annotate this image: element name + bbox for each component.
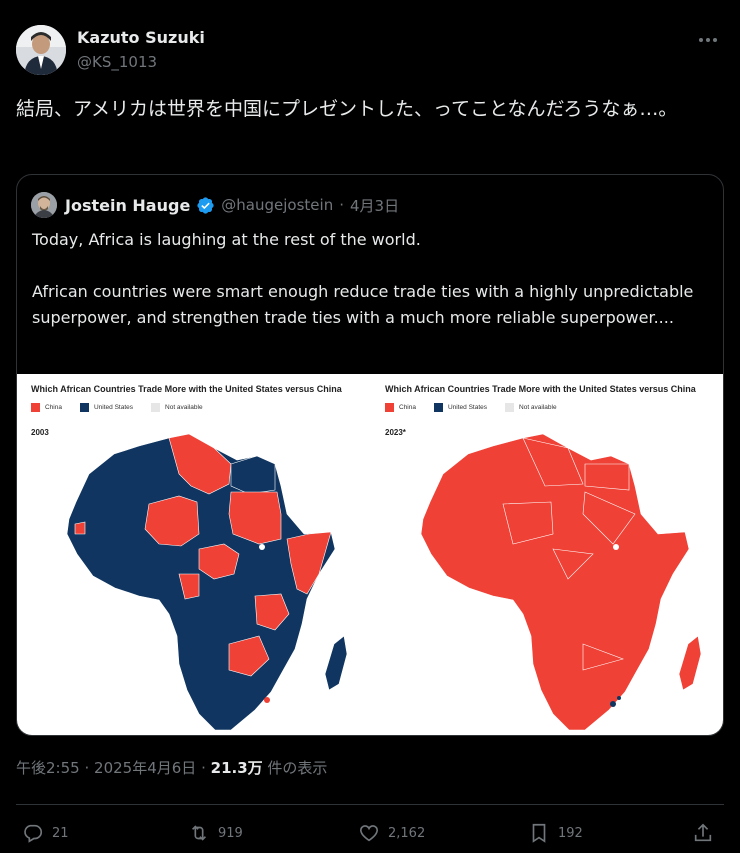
quoted-author-avatar[interactable] <box>31 192 57 218</box>
legend-2023: China United States Not available <box>385 403 575 412</box>
map-year-2003: 2003 <box>31 428 49 437</box>
like-button[interactable]: 2,162 <box>358 822 425 844</box>
post-time[interactable]: 午後2:55 <box>16 759 80 777</box>
meta-dot: · <box>84 759 90 777</box>
africa-map-2023 <box>420 433 702 731</box>
legend-china: China <box>31 403 62 412</box>
view-label: 件の表示 <box>262 759 328 777</box>
quoted-date[interactable]: 4月3日 <box>350 195 399 216</box>
bookmark-icon <box>532 823 546 843</box>
bookmark-count: 192 <box>558 825 583 841</box>
quoted-author-handle[interactable]: @haugejostein <box>221 196 333 214</box>
legend-not-available: Not available <box>151 403 203 412</box>
author-name[interactable]: Kazuto Suzuki <box>77 28 205 47</box>
repost-count: 919 <box>218 825 243 841</box>
legend-2003: China United States Not available <box>31 403 221 412</box>
map-title-2023: Which African Countries Trade More with … <box>385 384 696 394</box>
legend-united-states: United States <box>433 403 487 412</box>
like-icon <box>359 825 379 842</box>
like-count: 2,162 <box>388 825 426 841</box>
legend-not-available: Not available <box>505 403 557 412</box>
quoted-text: Today, Africa is laughing at the rest of… <box>32 227 712 331</box>
tweet-text: 結局、アメリカは世界を中国にプレゼントした、ってことなんだろうなぁ…。 <box>16 98 678 120</box>
bookmark-button[interactable]: 192 <box>528 822 583 844</box>
more-icon[interactable] <box>696 30 720 50</box>
share-button[interactable] <box>692 822 714 844</box>
map-year-2023: 2023* <box>385 428 406 437</box>
separator-dot: · <box>339 196 344 214</box>
meta-dot: · <box>201 759 206 777</box>
tweet-header: Kazuto Suzuki @KS_1013 <box>16 20 724 80</box>
legend-united-states: United States <box>79 403 133 412</box>
repost-button[interactable]: 919 <box>188 822 243 844</box>
author-avatar[interactable] <box>16 25 66 75</box>
reply-count: 21 <box>52 825 69 841</box>
quoted-author-name[interactable]: Jostein Hauge <box>65 196 190 215</box>
map-panel-2023: Which African Countries Trade More with … <box>373 374 723 735</box>
legend-china: China <box>385 403 416 412</box>
view-count[interactable]: 21.3万 <box>211 759 263 777</box>
quoted-tweet[interactable]: Jostein Hauge @haugejostein · 4月3日 Today… <box>16 174 724 736</box>
repost-icon <box>191 825 207 841</box>
divider <box>16 804 724 805</box>
quoted-media[interactable]: Which African Countries Trade More with … <box>17 374 723 735</box>
map-panel-2003: Which African Countries Trade More with … <box>19 374 371 735</box>
quoted-paragraph-2: African countries were smart enough redu… <box>32 282 694 327</box>
quoted-paragraph-1: Today, Africa is laughing at the rest of… <box>32 230 421 249</box>
quoted-tweet-header: Jostein Hauge @haugejostein · 4月3日 <box>31 190 399 220</box>
map-title-2003: Which African Countries Trade More with … <box>31 384 342 394</box>
post-date[interactable]: 2025年4月6日 <box>94 759 196 777</box>
verified-icon <box>197 196 214 214</box>
africa-map-2003 <box>66 433 348 731</box>
reply-icon <box>24 824 43 843</box>
author-handle[interactable]: @KS_1013 <box>77 53 157 71</box>
share-icon <box>694 823 712 842</box>
action-bar: 21 919 2,162 192 <box>16 818 724 852</box>
tweet-meta: 午後2:55 · 2025年4月6日 · 21.3万 件の表示 <box>16 757 327 778</box>
reply-button[interactable]: 21 <box>22 822 69 844</box>
